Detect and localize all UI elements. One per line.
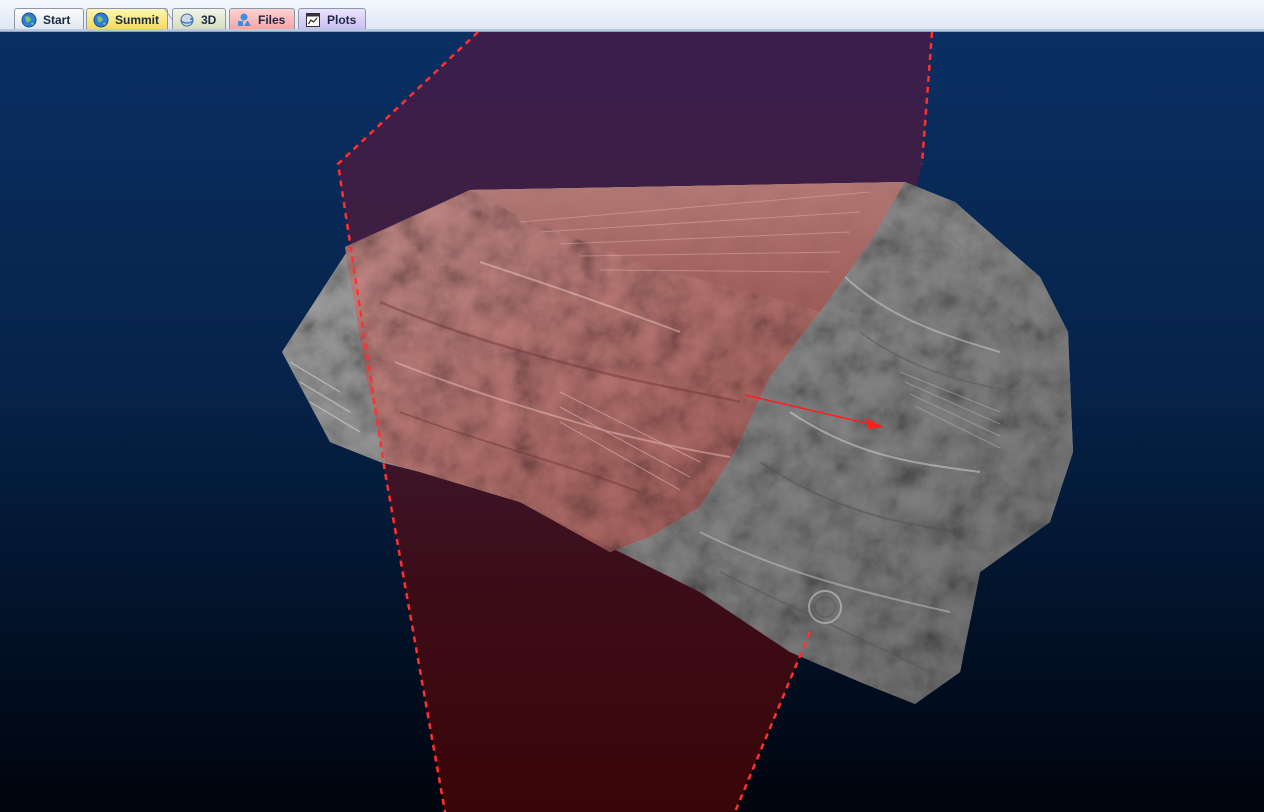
- tab-start-label: Start: [43, 12, 71, 27]
- globe-icon: [21, 12, 37, 28]
- tab-start[interactable]: Start: [14, 8, 84, 30]
- tab-3d[interactable]: 3D: [172, 8, 226, 30]
- tab-files-label: Files: [258, 12, 286, 27]
- app-window: Start Summit 3D Files Plots: [0, 0, 1264, 812]
- 3d-scene[interactable]: [0, 32, 1264, 812]
- rotate-3d-icon: [179, 12, 195, 28]
- tab-bar: Start Summit 3D Files Plots: [0, 0, 1264, 32]
- tab-plots-label: Plots: [327, 12, 357, 27]
- tab-plots[interactable]: Plots: [298, 8, 366, 30]
- globe-icon: [93, 12, 109, 28]
- tab-summit-label: Summit: [115, 12, 160, 27]
- tab-bar-rim: [0, 29, 1264, 31]
- 3d-viewport[interactable]: [0, 32, 1264, 812]
- file-shapes-icon: [236, 12, 252, 28]
- plot-window-icon: [305, 12, 321, 28]
- tab-3d-label: 3D: [201, 12, 217, 27]
- tab-summit[interactable]: Summit: [86, 8, 168, 30]
- tab-files[interactable]: Files: [229, 8, 295, 30]
